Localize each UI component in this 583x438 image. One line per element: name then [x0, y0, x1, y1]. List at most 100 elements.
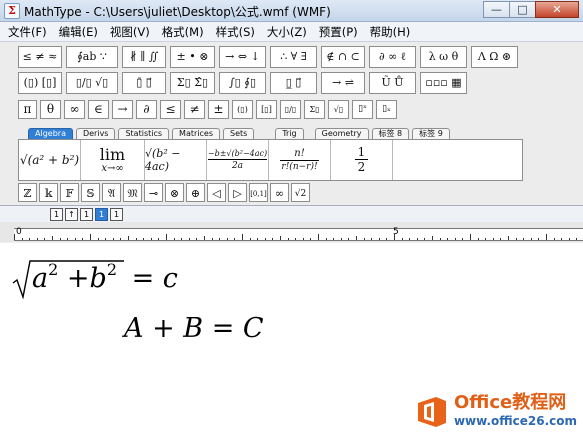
subscript-superscript-palette[interactable]: ▯̄ ▯⃗ — [122, 72, 166, 94]
tab-sets[interactable]: Sets — [223, 128, 255, 139]
ruler-tick — [143, 238, 145, 240]
template-limit[interactable]: lim x→∞ — [81, 140, 145, 180]
parentheses-button[interactable]: (▯) — [232, 100, 253, 119]
embellishments-palette[interactable]: ∦ ∥ ∬ — [122, 46, 166, 68]
eq1-var-b: b — [89, 263, 107, 294]
labeled-arrow-palette[interactable]: → ⇌ — [321, 72, 365, 94]
misc-symbols-palette[interactable]: ∂ ∞ ℓ — [369, 46, 416, 68]
watermark: Office教程网 www.office26.com — [414, 394, 577, 430]
template-one-half[interactable]: 1 2 — [331, 140, 393, 180]
blackboard-k-button[interactable]: 𝕜 — [39, 183, 58, 202]
fence-templates-palette[interactable]: (▯) [▯] — [18, 72, 62, 94]
template-quadratic-numerator: −b±√(b²−4ac) — [207, 149, 268, 160]
circled-times-button[interactable]: ⊗ — [165, 183, 184, 202]
menu-format[interactable]: 格式(M) — [156, 23, 210, 41]
tab-statistics[interactable]: Statistics — [118, 128, 170, 139]
ruler-tick — [371, 238, 373, 240]
products-palette[interactable]: Ũ Ů — [369, 72, 416, 94]
greek-uppercase-palette[interactable]: Λ Ω ⊛ — [471, 46, 518, 68]
ruler-tick — [128, 236, 129, 240]
ruler[interactable]: 0 5 — [14, 227, 583, 241]
right-tab-button[interactable]: 1 — [95, 208, 108, 221]
window-title: MathType - C:\Users\juliet\Desktop\公式.wm… — [24, 5, 331, 19]
decimal-tab-button[interactable]: 1 — [110, 208, 123, 221]
eq1-plus: + — [66, 263, 90, 294]
eq1-exponent-1: 2 — [48, 260, 59, 279]
menu-view[interactable]: 视图(V) — [104, 23, 156, 41]
fraktur-m-button[interactable]: 𝔐 — [123, 183, 142, 202]
tab-trig[interactable]: Trig — [275, 128, 304, 139]
center-tab-button[interactable]: 1 — [80, 208, 93, 221]
tab-geometry[interactable]: Geometry — [314, 128, 369, 139]
relational-symbols-palette[interactable]: ≤ ≠ ≈ — [18, 46, 62, 68]
multimap-button[interactable]: ⊸ — [144, 183, 163, 202]
operator-symbols-palette[interactable]: ± • ⊗ — [170, 46, 215, 68]
sum-button[interactable]: Σ▯ — [304, 100, 325, 119]
superscript-button[interactable]: ▯ˣ — [352, 100, 373, 119]
arrow-symbols-palette[interactable]: → ⇔ ↓ — [219, 46, 266, 68]
template-combination[interactable]: n! r!(n−r)! — [269, 140, 331, 180]
right-triangle-button[interactable]: ▷ — [228, 183, 247, 202]
summation-palette[interactable]: Σ▯ Σ̂▯ — [170, 72, 215, 94]
menu-file[interactable]: 文件(F) — [2, 23, 53, 41]
fraction-radical-palette[interactable]: ▯/▯ √▯ — [66, 72, 118, 94]
tab-8[interactable]: 标签 8 — [371, 128, 410, 139]
right-arrow-button[interactable]: → — [112, 100, 133, 119]
sqrt-button[interactable]: √▯ — [328, 100, 349, 119]
fraction-button[interactable]: ▯/▯ — [280, 100, 301, 119]
underbar-overbar-palette[interactable]: ▯̲ ▯⃗ — [270, 72, 317, 94]
ruler-tick — [325, 238, 327, 240]
menu-preferences[interactable]: 预置(P) — [313, 23, 364, 41]
greek-lowercase-palette[interactable]: λ ω θ — [420, 46, 467, 68]
partial-button[interactable]: ∂ — [136, 100, 157, 119]
minimize-button[interactable]: — — [483, 1, 510, 18]
pi-button[interactable]: π — [18, 100, 37, 119]
blackboard-s-button[interactable]: 𝕊 — [81, 183, 100, 202]
matrix-palette[interactable]: ▫▫▫ ▦ — [420, 72, 467, 94]
not-equal-button[interactable]: ≠ — [184, 100, 205, 119]
template-quadratic-formula[interactable]: −b±√(b²−4ac) 2a — [207, 140, 269, 180]
subscript-button[interactable]: ▯ₓ — [376, 100, 397, 119]
element-of-button[interactable]: ∈ — [88, 100, 109, 119]
theta-button[interactable]: θ — [40, 100, 61, 119]
circled-plus-button[interactable]: ⊕ — [186, 183, 205, 202]
infinity-button[interactable]: ∞ — [64, 100, 85, 119]
menu-help[interactable]: 帮助(H) — [364, 23, 417, 41]
interval-button[interactable]: [0,1] — [249, 183, 268, 202]
close-button[interactable]: ✕ — [535, 1, 579, 18]
ruler-tick — [105, 238, 107, 240]
left-triangle-button[interactable]: ◁ — [207, 183, 226, 202]
sqrt-two-button[interactable]: √2 — [291, 183, 310, 202]
plus-minus-button[interactable]: ± — [208, 100, 229, 119]
maximize-button[interactable]: □ — [509, 1, 536, 18]
spaces-ellipses-palette[interactable]: ∮ab ∵ — [66, 46, 118, 68]
ruler-tick — [546, 234, 547, 240]
ruler-tick — [363, 238, 365, 240]
infinity-small-button[interactable]: ∞ — [270, 183, 289, 202]
tab-derivs[interactable]: Derivs — [75, 128, 116, 139]
menu-style[interactable]: 样式(S) — [210, 23, 261, 41]
integral-palette[interactable]: ∫▯ ∮▯ — [219, 72, 266, 94]
ruler-tick — [538, 238, 540, 240]
menu-size[interactable]: 大小(Z) — [261, 23, 313, 41]
brackets-button[interactable]: [▯] — [256, 100, 277, 119]
up-tab-button[interactable]: ↑ — [65, 208, 78, 221]
template-sqrt-sum[interactable]: √(a² + b²) — [19, 140, 81, 180]
menu-edit[interactable]: 编辑(E) — [53, 23, 104, 41]
left-tab-button[interactable]: 1 — [50, 208, 63, 221]
fraktur-a-button[interactable]: 𝔄 — [102, 183, 121, 202]
field-f-button[interactable]: 𝔽 — [60, 183, 79, 202]
tab-algebra[interactable]: Algebra — [28, 128, 73, 139]
ruler-tick — [333, 238, 335, 240]
logical-symbols-palette[interactable]: ∴ ∀ ∃ — [270, 46, 317, 68]
tab-stop-buttons: 1 ↑ 1 1 1 — [50, 208, 125, 221]
less-equal-button[interactable]: ≤ — [160, 100, 181, 119]
template-sqrt-discriminant[interactable]: √(b² − 4ac) — [145, 140, 207, 180]
tab-matrices[interactable]: Matrices — [172, 128, 220, 139]
equation-document[interactable]: a2 +b2 = c A + B = C Office教程网 www.offic… — [0, 243, 583, 438]
set-theory-palette[interactable]: ∉ ∩ ⊂ — [321, 46, 365, 68]
ruler-tick — [204, 236, 205, 240]
integers-set-button[interactable]: ℤ — [18, 183, 37, 202]
tab-9[interactable]: 标签 9 — [412, 128, 450, 139]
eq1-var-a: a — [32, 263, 49, 294]
